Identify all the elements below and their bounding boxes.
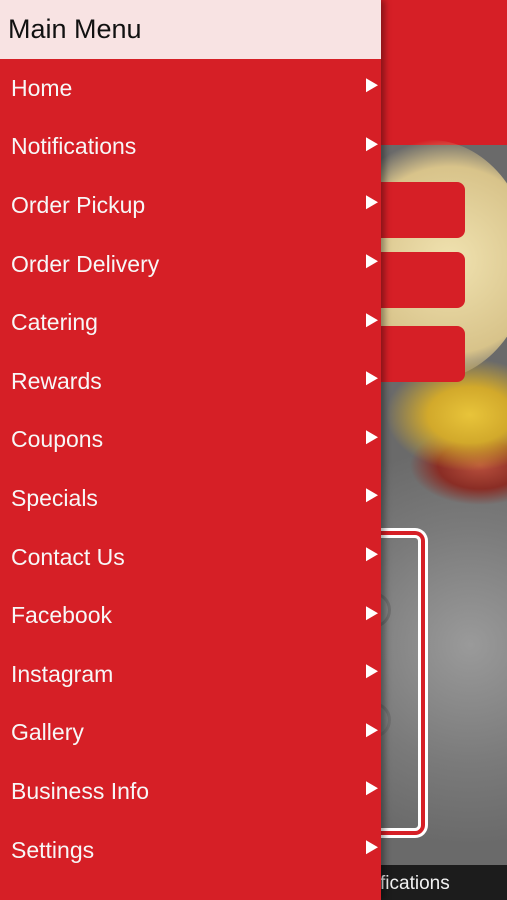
menu-item-label: Instagram: [11, 660, 114, 687]
arrow-right-icon: [366, 723, 378, 738]
menu-item-contact-us[interactable]: Contact Us: [0, 528, 381, 587]
menu-item-label: Gallery: [11, 719, 84, 746]
arrow-right-icon: [366, 488, 378, 503]
arrow-right-icon: [366, 430, 378, 445]
menu-item-label: Coupons: [11, 426, 104, 453]
arrow-right-icon: [366, 781, 378, 796]
menu-item-home[interactable]: Home: [0, 59, 381, 118]
menu-item-label: Home: [11, 74, 73, 101]
arrow-right-icon: [366, 137, 378, 152]
arrow-right-icon: [366, 371, 378, 386]
arrow-right-icon: [366, 840, 378, 855]
menu-item-label: Business Info: [11, 777, 150, 804]
arrow-right-icon: [366, 664, 378, 679]
arrow-right-icon: [366, 195, 378, 210]
arrow-right-icon: [366, 547, 378, 562]
side-drawer: Main Menu Home Notifications Order Picku…: [0, 0, 381, 900]
menu-item-coupons[interactable]: Coupons: [0, 411, 381, 470]
menu-item-label: Rewards: [11, 367, 102, 394]
menu-item-rewards[interactable]: Rewards: [0, 352, 381, 411]
menu-item-label: Specials: [11, 484, 98, 511]
menu-item-specials[interactable]: Specials: [0, 469, 381, 528]
menu-item-catering[interactable]: Catering: [0, 293, 381, 352]
menu-item-settings[interactable]: Settings: [0, 821, 381, 880]
arrow-right-icon: [366, 312, 378, 327]
menu-item-facebook[interactable]: Facebook: [0, 586, 381, 645]
menu-item-order-delivery[interactable]: Order Delivery: [0, 235, 381, 294]
menu-item-label: Notifications: [11, 133, 137, 160]
main-menu-list: Home Notifications Order Pickup Order De…: [0, 59, 381, 879]
menu-item-gallery[interactable]: Gallery: [0, 704, 381, 763]
menu-item-label: Settings: [11, 836, 95, 863]
arrow-right-icon: [366, 78, 378, 93]
menu-item-label: Order Delivery: [11, 250, 160, 277]
background-bottom-tab-label[interactable]: fications: [380, 873, 450, 895]
menu-item-label: Order Pickup: [11, 191, 146, 218]
menu-item-label: Contact Us: [11, 543, 125, 570]
menu-item-instagram[interactable]: Instagram: [0, 645, 381, 704]
menu-item-order-pickup[interactable]: Order Pickup: [0, 176, 381, 235]
arrow-right-icon: [366, 605, 378, 620]
drawer-header: Main Menu: [0, 0, 381, 59]
menu-item-label: Catering: [11, 309, 98, 336]
menu-item-business-info[interactable]: Business Info: [0, 762, 381, 821]
arrow-right-icon: [366, 254, 378, 269]
menu-item-notifications[interactable]: Notifications: [0, 118, 381, 177]
menu-item-label: Facebook: [11, 602, 113, 629]
drawer-title: Main Menu: [8, 14, 142, 44]
